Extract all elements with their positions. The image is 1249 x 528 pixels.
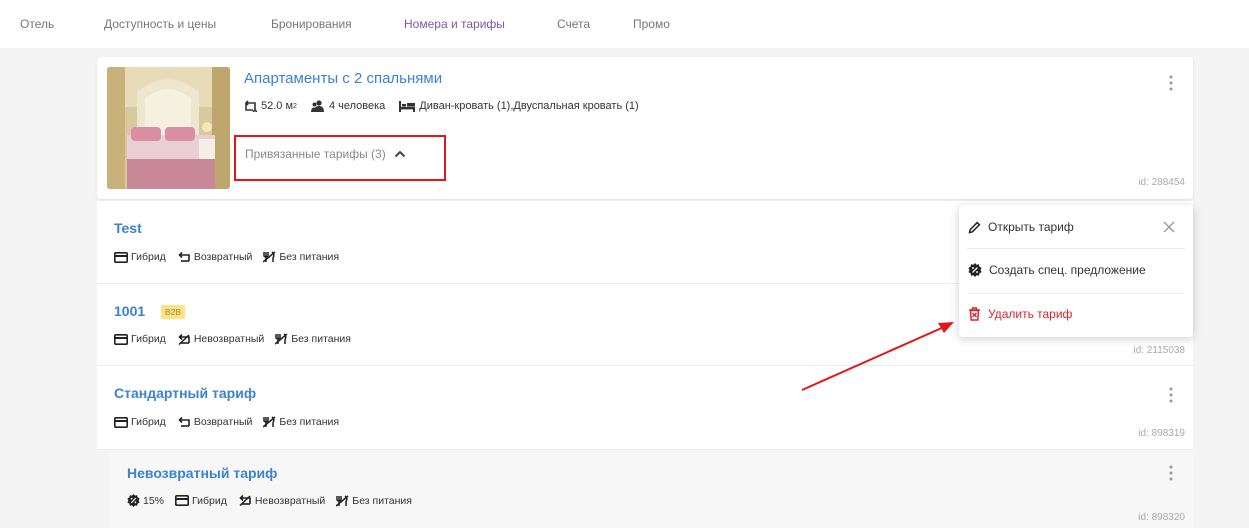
tag-hybrid-label: Гибрид [131,251,166,263]
tag-meal: Без питания [336,495,412,507]
tag-meal: Без питания [263,251,339,263]
subtariff-row: Невозвратный тариф 15% Гибрид Невозвратн… [110,450,1193,528]
subtariff-name[interactable]: Невозвратный тариф [127,465,277,481]
tag-nonrefund-label: Невозвратный [254,494,326,507]
tariff-tags: Гибрид Возвратный Без питания [114,251,350,263]
room-guests: 4 человека [310,100,386,112]
tariff-id: id: 2115038 [1133,345,1185,356]
tag-hybrid-label: Гибрид [131,333,166,345]
pencil-icon [968,221,981,234]
tag-meal: Без питания [263,416,339,428]
room-beds: Диван-кровать (1),Двуспальная кровать (1… [399,100,639,112]
no-meal-icon [263,251,276,263]
menu-open-tariff[interactable]: Открыть тариф [968,220,1074,234]
nav-item-invoices[interactable]: Счета [557,17,590,31]
discount-badge-icon [127,494,140,507]
chevron-up-icon [394,150,405,158]
tariff-name[interactable]: Test [114,220,142,236]
room-title[interactable]: Апартаменты с 2 спальнями [244,70,442,87]
tag-hybrid: Гибрид [114,251,166,263]
tag-meal-label: Без питания [279,416,340,428]
menu-open-tariff-label: Открыть тариф [988,220,1074,234]
area-icon [244,100,257,112]
nav-item-promo[interactable]: Промо [633,17,670,31]
tariff-context-menu: Открыть тариф Создать спец. предложение … [959,205,1193,337]
subtariff-more-icon[interactable] [1166,464,1176,482]
card-icon [114,251,128,263]
tag-nonrefund: Невозвратный [238,495,325,507]
tariff-more-icon[interactable] [1166,386,1176,404]
room-beds-value: Диван-кровать (1),Двуспальная кровать (1… [419,100,639,112]
tag-meal-label: Без питания [279,251,340,263]
tag-hybrid-label: Гибрид [131,416,166,428]
subtariff-id: id: 898320 [1138,512,1185,523]
room-more-icon[interactable] [1166,74,1176,92]
nav-item-availability[interactable]: Доступность и цены [104,17,216,31]
linked-tariffs-label: Привязанные тарифы (3) [245,147,386,161]
linked-tariffs-highlight: Привязанные тарифы (3) [234,135,446,181]
discount-value: 15% [143,494,165,507]
tag-hybrid: Гибрид [114,416,166,428]
tag-refund-label: Возвратный [193,416,253,428]
tariff-tags: Гибрид Возвратный Без питания [114,416,350,428]
top-nav: Отель Доступность и цены Бронирования Но… [0,0,1249,48]
tag-meal-label: Без питания [291,333,351,345]
card-icon [114,416,128,428]
tag-nonrefund: Невозвратный [177,333,264,345]
tag-nonrefund-label: Невозвратный [193,333,265,345]
tariff-id: id: 898319 [1138,428,1185,439]
tag-discount: 15% [127,494,164,507]
trash-icon [969,307,980,321]
close-icon[interactable] [1162,220,1176,234]
nav-item-hotel[interactable]: Отель [20,17,54,31]
tariff-name[interactable]: 1001 [114,303,145,319]
tag-hybrid: Гибрид [114,333,166,345]
tariff-name[interactable]: Стандартный тариф [114,385,256,401]
room-card: Апартаменты с 2 спальнями 52.0 м2 4 чело… [97,57,1193,199]
menu-create-special-offer[interactable]: Создать спец. предложение [968,263,1146,277]
room-guests-value: 4 человека [328,100,386,112]
tag-refund: Возвратный [177,416,253,428]
nonrefund-icon [178,333,190,345]
linked-tariffs-toggle[interactable]: Привязанные тарифы (3) [245,147,406,161]
refund-icon [178,416,190,427]
tariff-tags: Гибрид Невозвратный Без питания [114,333,362,345]
card-icon [175,495,190,506]
menu-divider [967,248,1185,249]
b2b-badge: B2B [161,305,186,319]
tag-meal: Без питания [275,333,351,345]
nonrefund-icon [239,495,251,506]
tag-refund: Возвратный [177,251,253,263]
menu-delete-tariff[interactable]: Удалить тариф [968,307,1072,321]
no-meal-icon [336,494,349,507]
room-photo[interactable] [107,67,230,189]
tag-hybrid: Гибрид [175,495,227,507]
tag-refund-label: Возвратный [193,251,253,263]
no-meal-icon [275,333,288,345]
nav-item-bookings[interactable]: Бронирования [271,17,352,31]
tag-hybrid-label: Гибрид [192,494,227,507]
tariff-row: Стандартный тариф Гибрид Возвратный Без … [97,366,1193,450]
subtariff-tags: 15% Гибрид Невозвратный Без питания [127,494,423,507]
room-area-sup: 2 [293,102,297,110]
room-specs: 52.0 м2 4 человека Диван-кровать (1),Дву… [244,100,653,112]
refund-icon [178,251,190,262]
no-meal-icon [263,416,276,428]
guests-icon [310,100,324,112]
room-id: id: 288454 [1138,177,1185,188]
menu-divider [967,293,1185,294]
menu-create-special-offer-label: Создать спец. предложение [989,263,1146,277]
room-area-value: 52.0 м [261,100,294,112]
room-area: 52.0 м2 [244,100,297,112]
discount-badge-icon [968,263,982,277]
card-icon [114,333,128,345]
bed-icon [399,100,416,112]
menu-delete-tariff-label: Удалить тариф [988,307,1073,321]
nav-item-rooms-tariffs[interactable]: Номера и тарифы [404,17,505,31]
tag-meal-label: Без питания [352,494,412,507]
